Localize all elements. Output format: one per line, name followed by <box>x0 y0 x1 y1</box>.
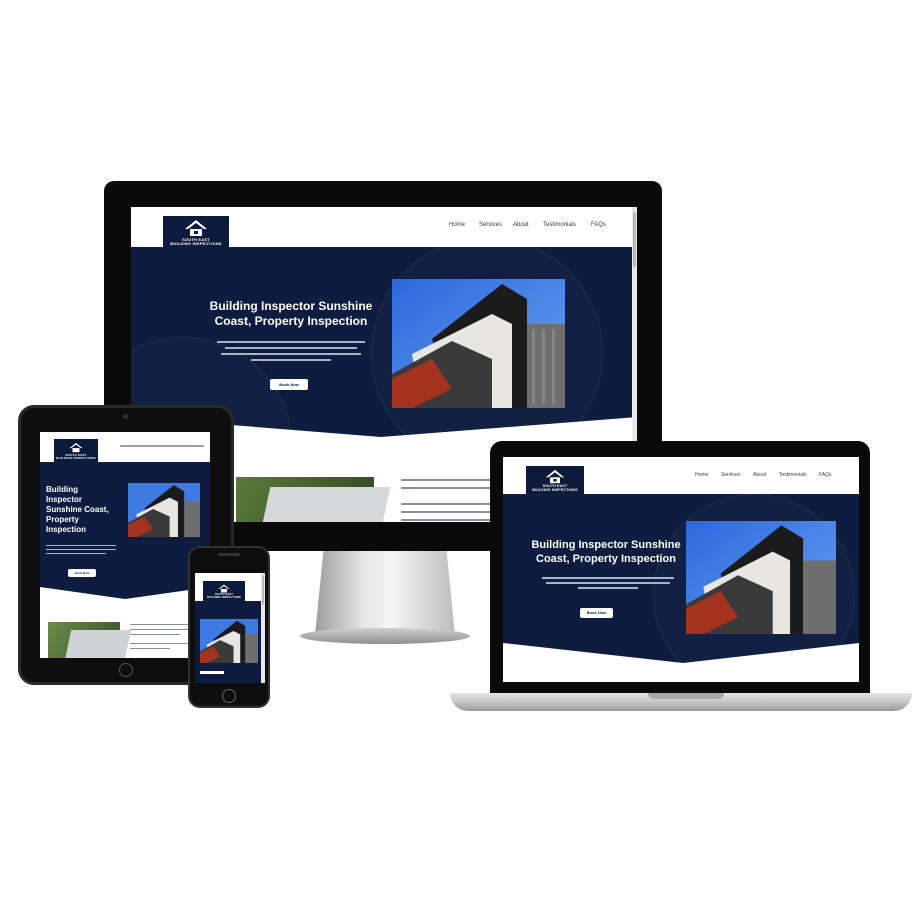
laptop-hero: Building Inspector Sunshine Coast, Prope… <box>503 494 859 664</box>
nav-home[interactable]: Home <box>695 472 708 478</box>
monitor-base <box>300 628 470 644</box>
building-photo <box>392 279 565 408</box>
house-icon <box>69 442 83 453</box>
hero-bottom-wave <box>40 587 210 607</box>
monitor-stand <box>315 551 455 635</box>
desktop-navbar: SOUTH EAST BUILDING INSPECTIONS Home Ser… <box>131 207 637 260</box>
hero-bottom-wave <box>503 643 859 682</box>
phone-hero-title-fragment <box>200 671 224 674</box>
nav-services[interactable]: Services <box>721 472 740 478</box>
nav-testimonials[interactable]: Testimonials <box>779 472 807 478</box>
book-now-button[interactable]: Book Now <box>580 608 613 618</box>
hero-text-lines <box>46 542 116 557</box>
laptop-notch <box>648 693 724 699</box>
hero-title: Building Inspector Sunshine Coast, Prope… <box>209 299 373 328</box>
hero-title: Building Inspector Sunshine Coast, Prope… <box>531 539 681 565</box>
tablet-home-button[interactable] <box>119 663 133 677</box>
tablet-nav-links[interactable] <box>120 445 204 447</box>
nav-home[interactable]: Home <box>449 222 465 228</box>
tablet-camera <box>123 414 128 419</box>
laptop-screen: SOUTH EAST BUILDING INSPECTIONS Home Ser… <box>503 457 859 682</box>
tablet-hero: Building Inspector Sunshine Coast, Prope… <box>40 462 210 602</box>
phone-screen: SOUTH EAST BUILDING INSPECTIONS <box>195 573 265 683</box>
building-photo <box>686 521 836 634</box>
building-photo <box>200 619 258 663</box>
hero-title: Building Inspector Sunshine Coast, Prope… <box>46 485 109 534</box>
phone-navbar: SOUTH EAST BUILDING INSPECTIONS <box>195 573 265 607</box>
content-photo <box>236 477 391 522</box>
phone-scrollbar[interactable] <box>261 573 265 683</box>
book-now-button[interactable]: Book Now <box>68 569 96 577</box>
building-photo <box>128 483 200 537</box>
phone-hero <box>195 601 265 683</box>
content-photo <box>48 622 132 658</box>
house-icon <box>218 584 230 593</box>
laptop-navbar: SOUTH EAST BUILDING INSPECTIONS Home Ser… <box>503 457 859 504</box>
nav-faqs[interactable]: FAQs <box>591 222 606 228</box>
tablet-navbar: SOUTH EAST BUILDING INSPECTIONS <box>40 432 210 469</box>
logo-line2: BUILDING INSPECTIONS <box>207 595 241 599</box>
nav-about[interactable]: About <box>513 222 529 228</box>
house-icon <box>545 469 565 484</box>
logo-line2: BUILDING INSPECTIONS <box>532 487 578 492</box>
house-icon <box>185 220 207 236</box>
logo-line2: BUILDING INSPECTIONS <box>56 456 96 461</box>
book-now-button[interactable]: Book Now <box>270 379 308 390</box>
nav-testimonials[interactable]: Testimonials <box>543 222 576 228</box>
hero-text-lines <box>538 574 678 592</box>
nav-services[interactable]: Services <box>479 222 502 228</box>
tablet-screen: SOUTH EAST BUILDING INSPECTIONS Building… <box>40 432 210 658</box>
hero-text-lines <box>211 337 371 365</box>
phone-speaker <box>218 553 240 556</box>
phone-home-button[interactable] <box>222 689 236 703</box>
nav-faqs[interactable]: FAQs <box>819 472 832 478</box>
nav-about[interactable]: About <box>753 472 766 478</box>
